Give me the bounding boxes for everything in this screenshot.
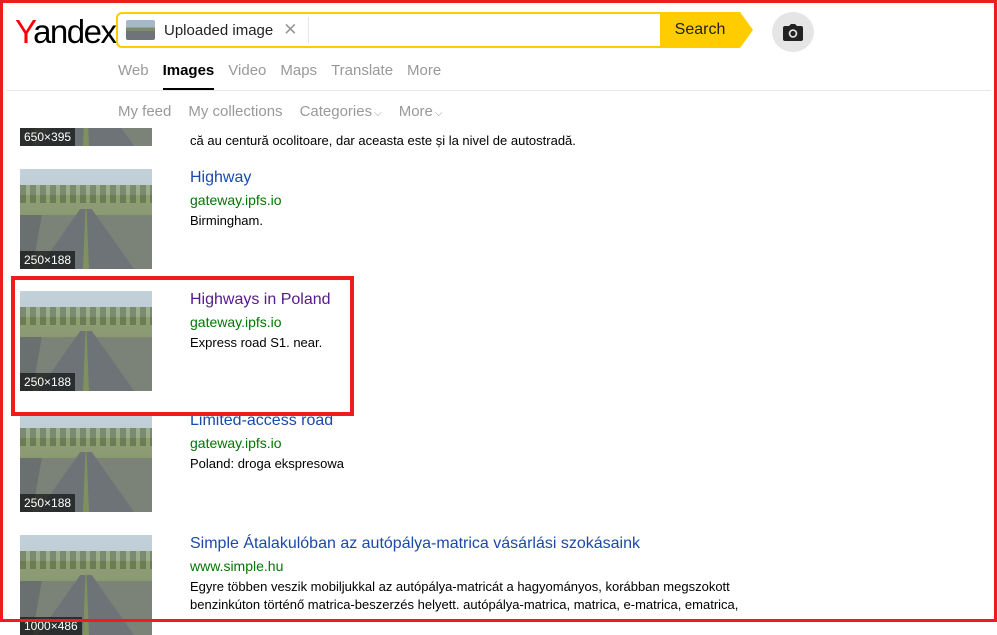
result-thumbnail[interactable]: 250×188	[20, 169, 152, 269]
result-url-link[interactable]: gateway.ipfs.io	[190, 435, 282, 451]
result-title-link[interactable]: Highway	[190, 169, 251, 187]
result-url-link[interactable]: gateway.ipfs.io	[190, 192, 282, 208]
tab-web[interactable]: Web	[118, 62, 149, 90]
my-feed-link[interactable]: My feed	[118, 103, 171, 120]
image-size-badge: 250×188	[20, 251, 76, 269]
result-url-link[interactable]: www.simple.hu	[190, 558, 283, 574]
result-description: Poland: droga ekspresowa	[190, 456, 344, 471]
result-description: Egyre többen veszik mobiljukkal az autóp…	[190, 579, 739, 612]
chevron-down-icon: ⌵	[374, 108, 382, 119]
categories-dropdown[interactable]: Categories ⌵	[300, 103, 382, 120]
uploaded-image-label: Uploaded image	[164, 21, 274, 39]
tab-translate[interactable]: Translate	[331, 62, 393, 90]
camera-search-button[interactable]	[772, 12, 814, 52]
search-tabs: Web Images Video Maps Translate More	[118, 62, 455, 90]
camera-icon	[783, 23, 803, 41]
search-input[interactable]: Uploaded image ✕	[116, 12, 662, 48]
image-size-badge: 1000×486	[20, 617, 82, 635]
image-size-badge: 250×188	[20, 494, 76, 512]
result-thumbnail[interactable]: 1000×486	[20, 535, 152, 635]
clear-image-icon[interactable]: ✕	[283, 20, 297, 40]
result-thumbnail[interactable]: 250×188	[20, 412, 152, 512]
tab-images[interactable]: Images	[162, 62, 215, 90]
tab-maps[interactable]: Maps	[280, 62, 317, 90]
list-item: 1000×486 Simple Átalakulóban az autópály…	[20, 535, 740, 635]
uploaded-image-chip[interactable]: Uploaded image ✕	[126, 17, 309, 43]
highlight-box	[11, 276, 354, 416]
images-subnav: My feed My collections Categories ⌵ More ⌵	[118, 103, 459, 120]
list-item: 250×188 Limited-access road gateway.ipfs…	[20, 412, 740, 512]
partial-result-thumbnail[interactable]: 650×395	[20, 128, 152, 146]
tab-video[interactable]: Video	[228, 62, 266, 90]
result-description: Birmingham.	[190, 213, 263, 228]
list-item: 250×188 Highway gateway.ipfs.io Birmingh…	[20, 169, 740, 269]
more-dropdown[interactable]: More ⌵	[399, 103, 443, 120]
image-size-badge: 650×395	[20, 128, 76, 146]
partial-result-description: că au centură ocolitoare, dar aceasta es…	[190, 133, 576, 148]
yandex-logo[interactable]: Yandex	[15, 13, 117, 51]
header-divider	[6, 90, 991, 91]
result-title-link[interactable]: Simple Átalakulóban az autópálya-matrica…	[190, 535, 640, 553]
chevron-down-icon: ⌵	[434, 108, 443, 119]
search-button[interactable]: Search	[660, 12, 740, 48]
search-button-arrow	[740, 12, 753, 48]
my-collections-link[interactable]: My collections	[188, 103, 282, 120]
uploaded-image-thumbnail	[126, 20, 155, 40]
tab-more[interactable]: More	[407, 62, 441, 90]
